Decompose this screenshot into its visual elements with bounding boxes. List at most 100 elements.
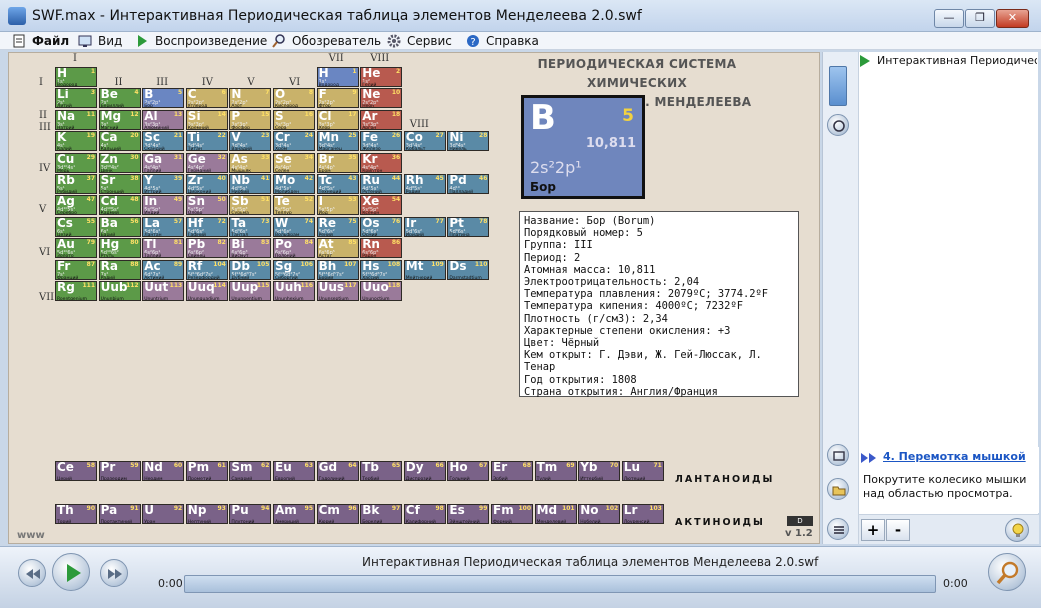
element-cell-at[interactable]: At 85 6s²6p⁵ Астат — [316, 238, 359, 259]
menu-file[interactable]: Файл — [12, 32, 69, 50]
element-cell-si[interactable]: Si 14 3s²3p² Кремний — [185, 109, 228, 130]
element-cell-ca[interactable]: Ca 20 4s² Кальций — [98, 131, 141, 152]
lanthanides-cell-er[interactable]: Er 68 Эрбий — [491, 461, 533, 481]
actinides-cell-am[interactable]: Am 95 Америций — [273, 504, 315, 524]
element-cell-cs[interactable]: Cs 55 6s¹ Цезий — [55, 216, 97, 237]
element-cell-ir[interactable]: Ir 77 5d⁷6s² Иридий — [403, 216, 446, 237]
element-cell-ti[interactable]: Ti 22 3d²4s² Титан — [185, 131, 228, 152]
element-cell-ar[interactable]: Ar 18 3s²3p⁶ Аргон — [360, 109, 403, 130]
element-cell-tl[interactable]: Tl 81 6s²6p¹ Таллий — [142, 238, 185, 259]
maximize-button[interactable]: ❐ — [965, 9, 995, 28]
element-cell-uup[interactable]: Uup 115 Ununpentium — [229, 281, 272, 301]
element-cell-zr[interactable]: Zr 40 4d²5s² Цирконий — [185, 174, 228, 194]
lanthanides-cell-sm[interactable]: Sm 62 Самарий — [229, 461, 272, 481]
lanthanides-cell-eu[interactable]: Eu 63 Европий — [273, 461, 315, 481]
element-cell-kr[interactable]: Kr 36 4s²4p⁶ Криптон — [360, 152, 403, 173]
zoom-in-button[interactable]: + — [861, 519, 885, 541]
actinides-cell-u[interactable]: U 92 Уран — [142, 504, 185, 524]
element-cell-rn[interactable]: Rn 86 6s²6p⁶ Радон — [360, 238, 403, 259]
element-cell-au[interactable]: Au 79 5d¹⁰6s¹ Золото — [55, 238, 97, 259]
element-cell-mn[interactable]: Mn 25 3d⁵4s² Марганец — [316, 131, 359, 152]
next-button[interactable] — [100, 559, 128, 587]
element-cell-mo[interactable]: Mo 42 4d⁵5s¹ Молибден — [273, 174, 315, 194]
play-button[interactable] — [52, 553, 90, 591]
element-cell-o[interactable]: O 8 2s²2p⁴ Кислород — [273, 88, 315, 109]
element-cell-uuh[interactable]: Uuh 116 Ununhexium — [273, 281, 315, 301]
lanthanides-cell-ho[interactable]: Ho 67 Гольмий — [447, 461, 490, 481]
minimize-button[interactable]: — — [934, 9, 964, 28]
lanthanides-cell-dy[interactable]: Dy 66 Диспрозий — [403, 461, 446, 481]
element-cell-ra[interactable]: Ra 88 7s² Радий — [98, 259, 141, 280]
element-cell-tc[interactable]: Tc 43 4d⁵5s² Технеций — [316, 174, 359, 194]
element-cell-mg[interactable]: Mg 12 3s² Магний — [98, 109, 141, 130]
element-cell-b[interactable]: B 5 2s²2p¹ Бор — [142, 88, 185, 109]
playlist-item[interactable]: Интерактивная Периодическ — [877, 54, 1037, 67]
element-cell-nb[interactable]: Nb 41 4d⁴5s¹ Ниобий — [229, 174, 272, 194]
lanthanides-cell-ce[interactable]: Ce 58 Церий — [55, 461, 97, 481]
element-cell-hg[interactable]: Hg 80 5d¹⁰6s² Ртуть — [98, 238, 141, 259]
flash-stage[interactable]: ПЕРИОДИЧЕСКАЯ СИСТЕМА ХИМИЧЕСКИХ ЭЛЕМЕНТ… — [8, 52, 820, 544]
menu-playback[interactable]: Воспроизведение — [135, 32, 267, 50]
element-cell-ga[interactable]: Ga 31 4s²4p¹ Галлий — [142, 152, 185, 173]
element-cell-f[interactable]: F 9 2s²2p⁵ Фтор — [316, 88, 359, 109]
element-cell-h[interactable]: H 1 1s¹ Водород — [55, 67, 97, 87]
element-cell-fe[interactable]: Fe 26 3d⁶4s² Железо — [360, 131, 403, 152]
playlist-button[interactable] — [827, 518, 849, 540]
element-cell-uub[interactable]: Uub 112 Ununbium — [98, 281, 141, 301]
actinides-cell-cf[interactable]: Cf 98 Калифорний — [403, 504, 446, 524]
element-cell-db[interactable]: Db 105 5f¹⁴6d³7s² Дубний — [229, 259, 272, 280]
element-cell-na[interactable]: Na 11 3s¹ Натрий — [55, 109, 97, 130]
element-cell-he[interactable]: He 2 1s² Гелий — [360, 67, 403, 87]
element-cell-c[interactable]: C 6 2s²2p² Углерод — [185, 88, 228, 109]
zoom-search-button[interactable] — [988, 553, 1026, 591]
element-cell-ag[interactable]: Ag 47 4d¹⁰5s¹ Серебро — [55, 195, 97, 216]
element-cell-rh[interactable]: Rh 45 4d⁸5s¹ Родий — [403, 174, 446, 194]
element-cell-as[interactable]: As 33 4s²4p³ Мышьяк — [229, 152, 272, 173]
element-cell-hf[interactable]: Hf 72 5d²6s² Гафний — [185, 216, 228, 237]
element-cell-li[interactable]: Li 3 2s¹ Литий — [55, 88, 97, 109]
element-cell-se[interactable]: Se 34 4s²4p⁴ Селен — [273, 152, 315, 173]
element-cell-ac[interactable]: Ac 89 6d¹7s² Актиний — [142, 259, 185, 280]
element-cell-hs[interactable]: Hs 108 5f¹⁴6d⁶7s² Хассий — [360, 259, 403, 280]
element-cell-re[interactable]: Re 75 5d⁵6s² Рений — [316, 216, 359, 237]
element-cell-ne[interactable]: Ne 10 2s²2p⁶ Неон — [360, 88, 403, 109]
element-cell-uus[interactable]: Uus 117 Ununseptium — [316, 281, 359, 301]
element-cell-w[interactable]: W 74 5d⁴6s² Вольфрам — [273, 216, 315, 237]
element-cell-os[interactable]: Os 76 5d⁶6s² Осмий — [360, 216, 403, 237]
element-cell-n[interactable]: N 7 2s²2p³ Азот — [229, 88, 272, 109]
element-cell-cu[interactable]: Cu 29 3d¹⁰4s¹ Медь — [55, 152, 97, 173]
element-cell-xe[interactable]: Xe 54 5s²5p⁶ Ксенон — [360, 195, 403, 216]
actinides-cell-md[interactable]: Md 101 Менделевий — [534, 504, 577, 524]
element-cell-pb[interactable]: Pb 82 6s²6p² Свинец — [185, 238, 228, 259]
side-scrollbar-thumb[interactable] — [829, 66, 847, 106]
lanthanides-cell-lu[interactable]: Lu 71 Лютеций — [621, 461, 664, 481]
d-badge[interactable]: D — [787, 516, 813, 526]
menu-service[interactable]: Сервис — [387, 32, 457, 50]
element-cell-ge[interactable]: Ge 32 4s²4p² Германий — [185, 152, 228, 173]
element-cell-ba[interactable]: Ba 56 6s² Барий — [98, 216, 141, 237]
window-mode-button[interactable] — [827, 444, 849, 466]
actinides-cell-fm[interactable]: Fm 100 Фермий — [491, 504, 533, 524]
element-cell-br[interactable]: Br 35 4s²4p⁵ Бром — [316, 152, 359, 173]
element-cell-cr[interactable]: Cr 24 3d⁵4s¹ Хром — [273, 131, 315, 152]
menu-help[interactable]: ? Справка — [466, 32, 542, 50]
element-cell-ni[interactable]: Ni 28 3d⁸4s² Никель — [447, 131, 490, 152]
element-cell-v[interactable]: V 23 3d³4s² Ванадий — [229, 131, 272, 152]
actinides-cell-cm[interactable]: Cm 96 Кюрий — [316, 504, 359, 524]
element-cell-zn[interactable]: Zn 30 3d¹⁰4s² Цинк — [98, 152, 141, 173]
element-cell-cd[interactable]: Cd 48 4d¹⁰5s² Кадмий — [98, 195, 141, 216]
actinides-cell-th[interactable]: Th 90 Торий — [55, 504, 97, 524]
element-cell-h-alt[interactable]: H 1 1s¹ Водород — [316, 67, 359, 87]
menu-view[interactable]: Вид — [78, 32, 128, 50]
element-cell-mt[interactable]: Mt 109 Мейтнерий — [403, 259, 446, 280]
element-cell-s[interactable]: S 16 3s²3p⁴ Сера — [273, 109, 315, 130]
element-cell-k[interactable]: K 19 4s¹ Калий — [55, 131, 97, 152]
element-cell-la[interactable]: La 57 5d¹6s² Лантан — [142, 216, 185, 237]
element-cell-sr[interactable]: Sr 38 5s² Стронций — [98, 174, 141, 194]
element-cell-te[interactable]: Te 52 5s²5p⁴ Теллур — [273, 195, 315, 216]
actinides-cell-es[interactable]: Es 99 Эйнштейний — [447, 504, 490, 524]
lanthanides-cell-pm[interactable]: Pm 61 Прометий — [185, 461, 228, 481]
lanthanides-cell-yb[interactable]: Yb 70 Иттербий — [578, 461, 621, 481]
lanthanides-cell-tb[interactable]: Tb 65 Тербий — [360, 461, 403, 481]
previous-button[interactable] — [18, 559, 46, 587]
